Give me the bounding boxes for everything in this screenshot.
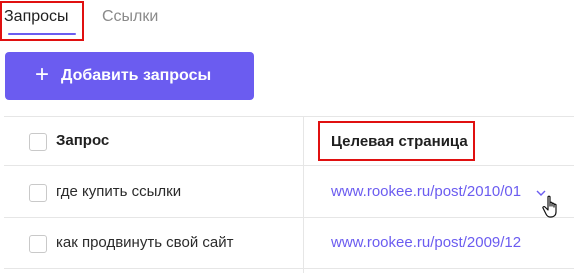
- column-highlight-box: [318, 121, 475, 161]
- hand-pointer-cursor-icon: [542, 195, 557, 218]
- header-bottom-border: [4, 165, 574, 166]
- tab-links[interactable]: Ссылки: [102, 6, 158, 28]
- column-header-query: Запрос: [56, 132, 110, 149]
- table-top-border: [4, 116, 574, 117]
- tab-highlight-box: [0, 1, 84, 41]
- query-text: где купить ссылки: [56, 183, 182, 200]
- column-divider: [303, 116, 304, 273]
- target-url-link[interactable]: www.rookee.ru/post/2009/12: [331, 234, 545, 251]
- row-checkbox[interactable]: [29, 184, 47, 202]
- query-text: как продвинуть свой сайт: [56, 234, 234, 251]
- row-checkbox[interactable]: [29, 235, 47, 253]
- add-queries-label: Добавить запросы: [61, 67, 212, 84]
- tab-bar: Запросы Ссылки: [0, 0, 574, 42]
- row-divider: [4, 217, 574, 218]
- select-all-checkbox[interactable]: [29, 133, 47, 151]
- row-divider: [4, 268, 574, 269]
- plus-icon: +: [35, 61, 50, 88]
- add-queries-button[interactable]: + Добавить запросы: [5, 52, 254, 100]
- target-url-link[interactable]: www.rookee.ru/post/2010/01: [331, 183, 531, 200]
